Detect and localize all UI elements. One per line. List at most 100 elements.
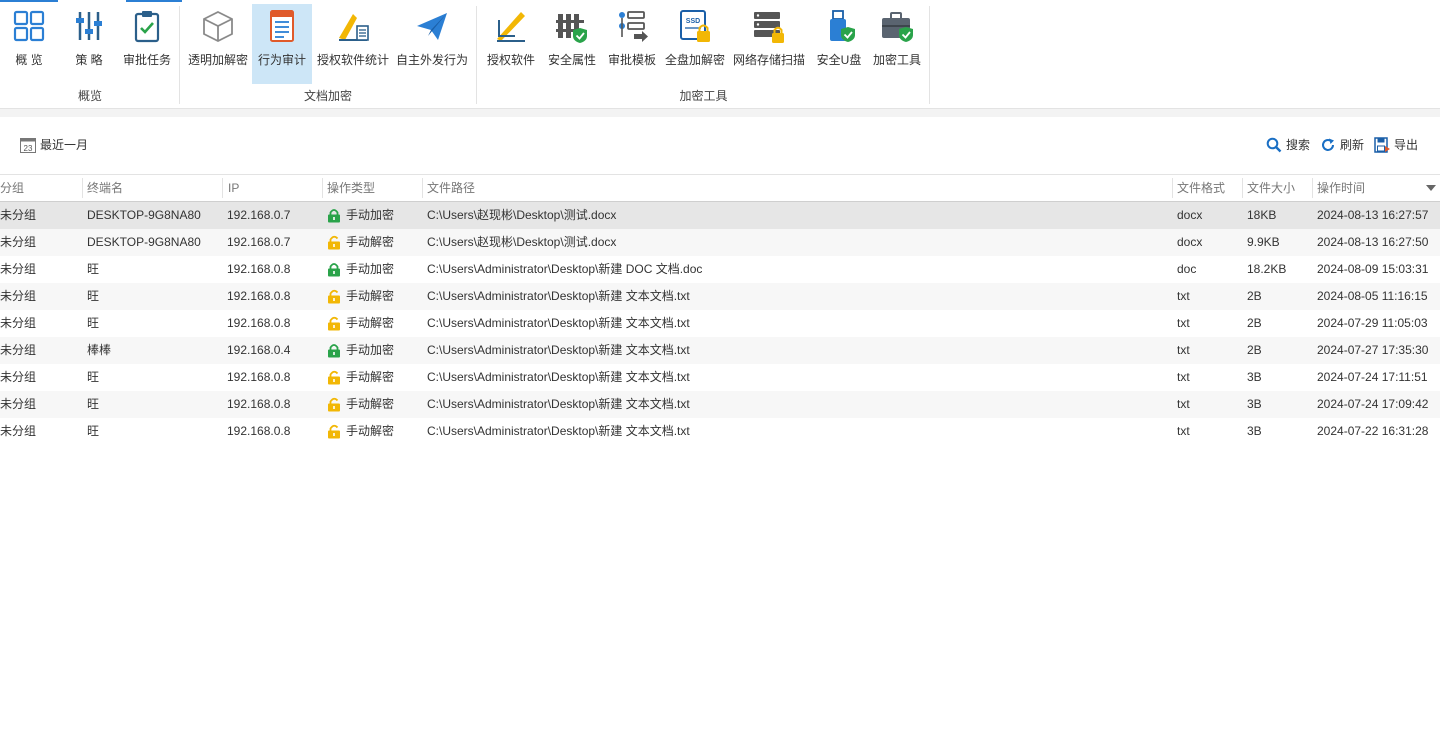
network-storage-scan-button[interactable]: 网络存储扫描 [731,4,807,84]
refresh-label: 刷新 [1340,138,1365,152]
table-row[interactable]: 未分组 旺 192.168.0.8 手动解密 C:\Users\Administrato… [0,283,1440,310]
column-divider[interactable] [1172,178,1173,198]
cell-group: 未分组 [0,289,37,303]
behavior-audit-button[interactable]: 行为审计 [252,4,312,84]
cell-terminal: 旺 [87,397,100,411]
ribbon-group-encryption-tools: 授权软件 安全属性 审批模板 SSD 全盘加解密 网络存储扫描 安全U盘 加密工… [477,0,930,108]
cell-terminal: DESKTOP-9G8NA80 [87,235,201,249]
calendar-icon: 23 [20,137,36,153]
table-row[interactable]: 未分组 DESKTOP-9G8NA80 192.168.0.7 手动解密 C:\User… [0,229,1440,256]
export-button[interactable]: 导出 [1374,136,1418,153]
column-header-operation-type[interactable]: 操作类型 [327,175,421,201]
table-header: 分组 终端名 IP 操作类型 文件路径 文件格式 文件大小 操作时间 [0,174,1440,202]
cell-file-format: txt [1177,289,1190,303]
ribbon-group-label: 概览 [77,89,102,103]
cell-ip: 192.168.0.8 [227,262,291,276]
ribbon-bottom-strip [0,109,1440,117]
secure-usb-icon [830,10,855,42]
cell-file-size: 9.9KB [1247,235,1280,249]
svg-text:SSD: SSD [686,18,700,25]
column-header-terminal[interactable]: 终端名 [87,175,221,201]
export-icon [1374,136,1390,153]
cell-ip: 192.168.0.8 [227,424,291,438]
software-stats-icon [339,14,369,41]
column-divider[interactable] [82,178,83,198]
policy-button[interactable]: 策 略 [62,4,116,84]
table-row[interactable]: 未分组 DESKTOP-9G8NA80 192.168.0.7 手动加密 C:\User… [0,202,1440,229]
column-divider[interactable] [422,178,423,198]
cell-group: 未分组 [0,397,37,411]
approval-task-button[interactable]: 审批任务 [120,4,174,84]
column-header-file-path[interactable]: 文件路径 [427,175,1171,201]
column-divider[interactable] [222,178,223,198]
operation-type-label: 手动解密 [346,397,395,411]
column-header-file-size[interactable]: 文件大小 [1247,175,1311,201]
encryption-tool-label: 加密工具 [872,53,921,67]
cell-ip: 192.168.0.8 [227,397,291,411]
cell-file-format: txt [1177,424,1190,438]
full-disk-encrypt-label: 全盘加解密 [664,53,725,67]
security-attribute-button[interactable]: 安全属性 [543,4,601,84]
search-button[interactable]: 搜索 [1266,136,1310,153]
encryption-tool-button[interactable]: 加密工具 [869,4,925,84]
column-header-file-format[interactable]: 文件格式 [1177,175,1241,201]
column-divider[interactable] [1242,178,1243,198]
ribbon-group-label: 文档加密 [303,89,352,103]
cell-group: 未分组 [0,208,37,222]
cell-ip: 192.168.0.8 [227,316,291,330]
cell-group: 未分组 [0,424,37,438]
column-header-group[interactable]: 分组 [0,175,82,201]
cell-file-format: doc [1177,262,1197,276]
overview-button[interactable]: 概 览 [2,4,56,84]
transparent-encrypt-button[interactable]: 透明加解密 [186,4,250,84]
cell-operation-type: 手动解密 [327,364,419,391]
outgoing-behavior-button[interactable]: 自主外发行为 [394,4,470,84]
cell-operation-type: 手动解密 [327,283,419,310]
sort-descending-icon[interactable] [1426,185,1436,191]
secure-usb-button[interactable]: 安全U盘 [811,4,867,84]
cell-file-path: C:\Users\Administrator\Desktop\新建 文本文档.t… [427,289,690,303]
secure-usb-label: 安全U盘 [816,53,862,67]
lock-open-icon [328,370,340,385]
security-attribute-icon [556,14,587,43]
authorized-software-button[interactable]: 授权软件 [481,4,541,84]
cell-file-size: 2B [1247,343,1262,357]
export-label: 导出 [1394,138,1419,152]
approval-template-button[interactable]: 审批模板 [603,4,661,84]
operation-type-label: 手动加密 [346,343,395,357]
cell-group: 未分组 [0,343,37,357]
network-storage-scan-label: 网络存储扫描 [732,53,805,67]
cell-group: 未分组 [0,235,37,249]
ssd-lock-icon: SSD [680,10,710,42]
column-header-operation-time[interactable]: 操作时间 [1317,175,1417,201]
table-row[interactable]: 未分组 棒棒 192.168.0.4 手动加密 C:\Users\Administrat… [0,337,1440,364]
cell-operation-time: 2024-07-24 17:11:51 [1317,370,1428,384]
column-header-ip[interactable]: IP [228,175,322,201]
send-plane-icon [417,13,447,40]
cell-ip: 192.168.0.4 [227,343,291,357]
cell-file-format: docx [1177,208,1203,222]
cell-operation-time: 2024-08-13 16:27:57 [1317,208,1429,222]
table-row[interactable]: 未分组 旺 192.168.0.8 手动加密 C:\Users\Administrato… [0,256,1440,283]
date-range-selector[interactable]: 23 最近一月 [20,136,88,153]
software-stats-label: 授权软件统计 [316,53,389,67]
ribbon-group-label: 加密工具 [679,89,728,103]
table-row[interactable]: 未分组 旺 192.168.0.8 手动解密 C:\Users\Administrato… [0,418,1440,445]
cell-group: 未分组 [0,316,37,330]
cell-file-size: 3B [1247,370,1262,384]
table-row[interactable]: 未分组 旺 192.168.0.8 手动解密 C:\Users\Administrato… [0,310,1440,337]
column-divider[interactable] [1312,178,1313,198]
table-row[interactable]: 未分组 旺 192.168.0.8 手动解密 C:\Users\Administrato… [0,391,1440,418]
cell-file-path: C:\Users\Administrator\Desktop\新建 DOC 文档… [427,262,703,276]
table-row[interactable]: 未分组 旺 192.168.0.8 手动解密 C:\Users\Administrato… [0,364,1440,391]
cell-operation-type: 手动解密 [327,391,419,418]
transparent-cube-icon [203,10,233,43]
overview-grid-icon [13,10,45,42]
refresh-button[interactable]: 刷新 [1320,136,1364,153]
column-divider[interactable] [322,178,323,198]
cell-file-size: 3B [1247,424,1262,438]
operation-type-label: 手动解密 [346,316,395,330]
cell-file-format: txt [1177,397,1190,411]
full-disk-encrypt-button[interactable]: SSD 全盘加解密 [663,4,727,84]
software-stats-button[interactable]: 授权软件统计 [314,4,392,84]
